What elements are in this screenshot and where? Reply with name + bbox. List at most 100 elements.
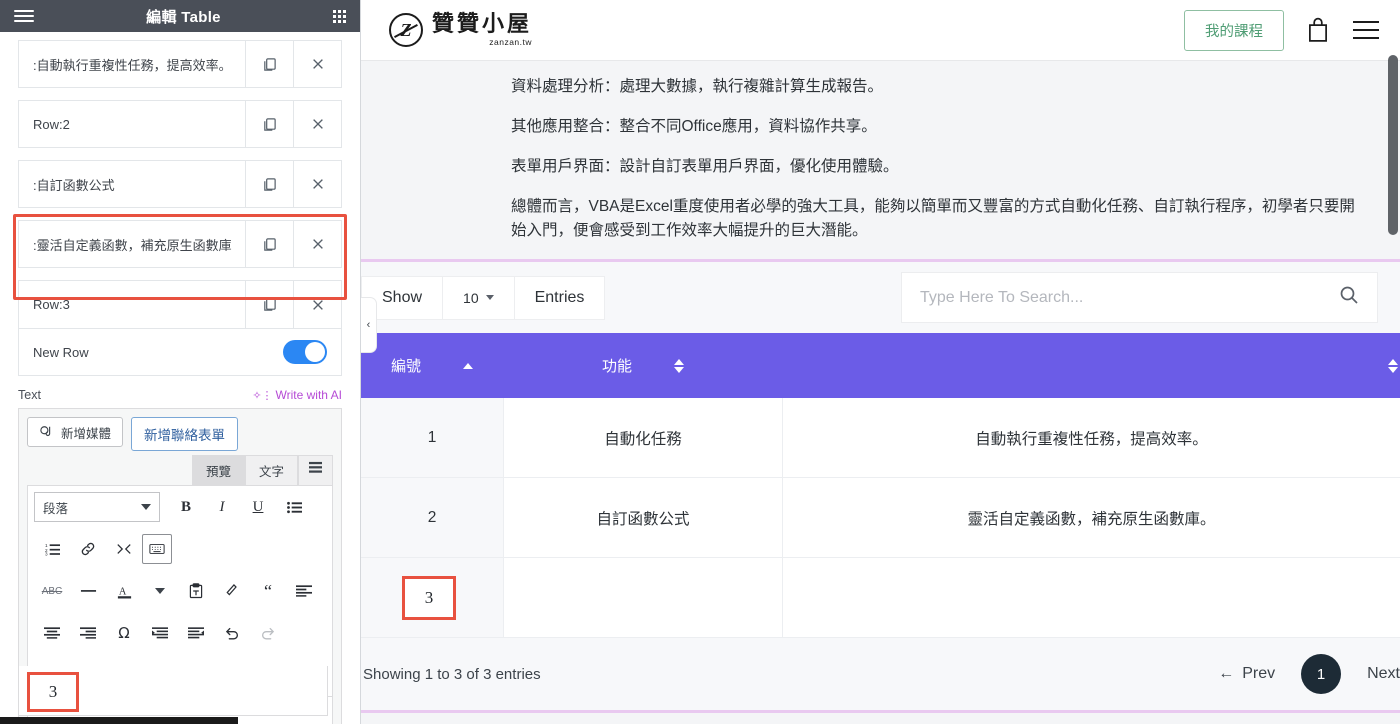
strikethrough-icon[interactable]: ABC xyxy=(34,576,70,606)
list-icon[interactable] xyxy=(298,455,333,485)
repeater-item[interactable]: :自動執行重複性任務，提高效率。 xyxy=(18,40,342,88)
close-icon[interactable] xyxy=(293,221,341,267)
new-row-toggle[interactable] xyxy=(283,340,327,364)
showing-entries-text: Showing 1 to 3 of 3 entries xyxy=(363,665,541,683)
close-icon[interactable] xyxy=(293,101,341,147)
cell-index: 3 xyxy=(361,558,503,638)
align-center-icon[interactable] xyxy=(34,618,70,648)
site-logo[interactable]: Z 贊贊小屋 zanzan.tw xyxy=(389,13,532,47)
horizontal-rule-icon[interactable] xyxy=(70,576,106,606)
editor-value-area[interactable]: 3 xyxy=(18,666,328,716)
close-icon[interactable] xyxy=(293,161,341,207)
tab-visual[interactable]: 預覽 xyxy=(191,455,245,485)
toolbar-row-1: 段落 B I U xyxy=(28,486,332,528)
paste-as-text-icon[interactable] xyxy=(178,576,214,606)
underline-icon[interactable]: U xyxy=(240,492,276,522)
bold-icon[interactable]: B xyxy=(168,492,204,522)
table-row[interactable]: 1 自動化任務 自動執行重複性任務，提高效率。 xyxy=(361,398,1400,479)
align-left-icon[interactable] xyxy=(286,576,322,606)
toggle-knob xyxy=(305,342,325,362)
page-1-button[interactable]: 1 xyxy=(1301,654,1342,695)
copy-icon[interactable] xyxy=(245,281,293,328)
copy-icon[interactable] xyxy=(245,101,293,147)
brand-name-en: zanzan.tw xyxy=(489,37,533,48)
search-placeholder: Type Here To Search... xyxy=(920,288,1084,306)
column-header-description[interactable] xyxy=(783,358,1400,373)
editor-panel: 編輯 Table :自動執行重複性任務，提高效率。 Row:2:自訂函數公式 … xyxy=(0,0,361,724)
italic-icon[interactable]: I xyxy=(204,492,240,522)
blockquote-icon[interactable]: “ xyxy=(250,576,286,606)
text-color-icon[interactable]: A xyxy=(106,576,142,606)
outdent-icon[interactable] xyxy=(142,618,178,648)
read-more-icon[interactable] xyxy=(106,534,142,564)
repeater-item[interactable]: Row:3 xyxy=(18,280,342,328)
clear-formatting-icon[interactable] xyxy=(214,576,250,606)
text-control-header: Text ✧⋮ Write with AI xyxy=(0,376,360,408)
write-with-ai-button[interactable]: ✧⋮ Write with AI xyxy=(252,388,342,402)
page-size-value: 10 xyxy=(463,289,479,306)
copy-icon[interactable] xyxy=(245,221,293,267)
chevron-down-icon xyxy=(485,295,494,301)
app-root: 編輯 Table :自動執行重複性任務，提高效率。 Row:2:自訂函數公式 … xyxy=(0,0,1400,724)
svg-text:A: A xyxy=(118,586,126,597)
close-icon[interactable] xyxy=(293,41,341,87)
undo-icon[interactable] xyxy=(214,618,250,648)
toolbar-row-4: Ω xyxy=(28,612,332,654)
next-label: Next xyxy=(1367,665,1400,683)
indent-icon[interactable] xyxy=(178,618,214,648)
column-header-function[interactable]: 功能 xyxy=(503,355,783,376)
align-right-icon[interactable] xyxy=(70,618,106,648)
sort-icon[interactable] xyxy=(674,358,684,373)
shopping-bag-icon[interactable] xyxy=(1306,17,1330,43)
next-page-button[interactable]: Next xyxy=(1367,665,1400,683)
repeater-item[interactable]: :靈活自定義函數，補充原生函數庫 xyxy=(18,220,342,268)
cell-description xyxy=(783,558,1400,637)
bulleted-list-icon[interactable] xyxy=(276,492,312,522)
redo-icon[interactable] xyxy=(250,618,286,648)
numbered-list-icon[interactable]: 123 xyxy=(34,534,70,564)
format-select[interactable]: 段落 xyxy=(34,492,160,522)
search-icon[interactable] xyxy=(1339,285,1359,310)
link-icon[interactable] xyxy=(70,534,106,564)
copy-icon[interactable] xyxy=(245,161,293,207)
chevron-left-icon[interactable]: ‹ xyxy=(361,297,377,354)
cell-index: 2 xyxy=(361,478,503,558)
sort-icon[interactable] xyxy=(1388,358,1398,373)
site-preview-panel: Z 贊贊小屋 zanzan.tw 我的課程 資料處理分析：處理大數據，執行複雜計… xyxy=(361,0,1400,724)
article-paragraph: 其他應用整合：整合不同Office應用，資料協作共享。 xyxy=(511,118,877,136)
repeater-item-label: :靈活自定義函數，補充原生函數庫 xyxy=(33,237,232,253)
grid-icon[interactable] xyxy=(332,9,346,23)
tab-text[interactable]: 文字 xyxy=(244,455,298,485)
hamburger-icon[interactable] xyxy=(1352,19,1380,41)
special-character-icon[interactable]: Ω xyxy=(106,618,142,648)
table-row[interactable]: 2 自訂函數公式 靈活自定義函數，補充原生函數庫。 xyxy=(361,478,1400,559)
arrow-left-icon: ← xyxy=(1218,665,1235,683)
format-select-value: 段落 xyxy=(43,501,69,516)
sort-ascending-icon[interactable] xyxy=(463,362,473,369)
repeater-item[interactable]: Row:2 xyxy=(18,100,342,148)
table-row[interactable]: 3 xyxy=(361,558,1400,639)
add-media-button[interactable]: 新增媒體 xyxy=(27,417,124,447)
table-header-row: 編號 功能 xyxy=(361,333,1400,399)
editor-horizontal-scrollbar[interactable] xyxy=(0,717,238,724)
toolbar-row-3: ABC A “ xyxy=(28,570,332,612)
preview-scrollbar[interactable] xyxy=(1388,55,1398,235)
copy-icon[interactable] xyxy=(245,41,293,87)
prev-page-button[interactable]: ← Prev xyxy=(1218,665,1275,683)
text-color-dropdown-icon[interactable] xyxy=(142,576,178,606)
article-paragraph: 表單用戶界面：設計自訂表單用戶界面，優化使用體驗。 xyxy=(511,158,899,176)
keyboard-icon[interactable] xyxy=(142,534,172,564)
column-header-index[interactable]: 編號 xyxy=(361,355,503,376)
write-with-ai-label: Write with AI xyxy=(275,388,342,402)
repeater-item[interactable]: :自訂函數公式 xyxy=(18,160,342,208)
close-icon[interactable] xyxy=(293,281,341,328)
hamburger-icon[interactable] xyxy=(14,10,34,22)
my-courses-button[interactable]: 我的課程 xyxy=(1184,9,1284,51)
page-size-select[interactable]: 10 xyxy=(442,276,515,319)
repeater-list: :自動執行重複性任務，提高效率。 Row:2:自訂函數公式:靈活自定義函數，… xyxy=(0,32,360,376)
entries-label: Entries xyxy=(534,288,585,306)
add-contact-form-button[interactable]: 新增聯絡表單 xyxy=(131,417,239,451)
add-media-label: 新增媒體 xyxy=(61,426,112,441)
search-input[interactable]: Type Here To Search... xyxy=(901,272,1378,324)
brand-text: 贊贊小屋 zanzan.tw xyxy=(432,13,532,47)
